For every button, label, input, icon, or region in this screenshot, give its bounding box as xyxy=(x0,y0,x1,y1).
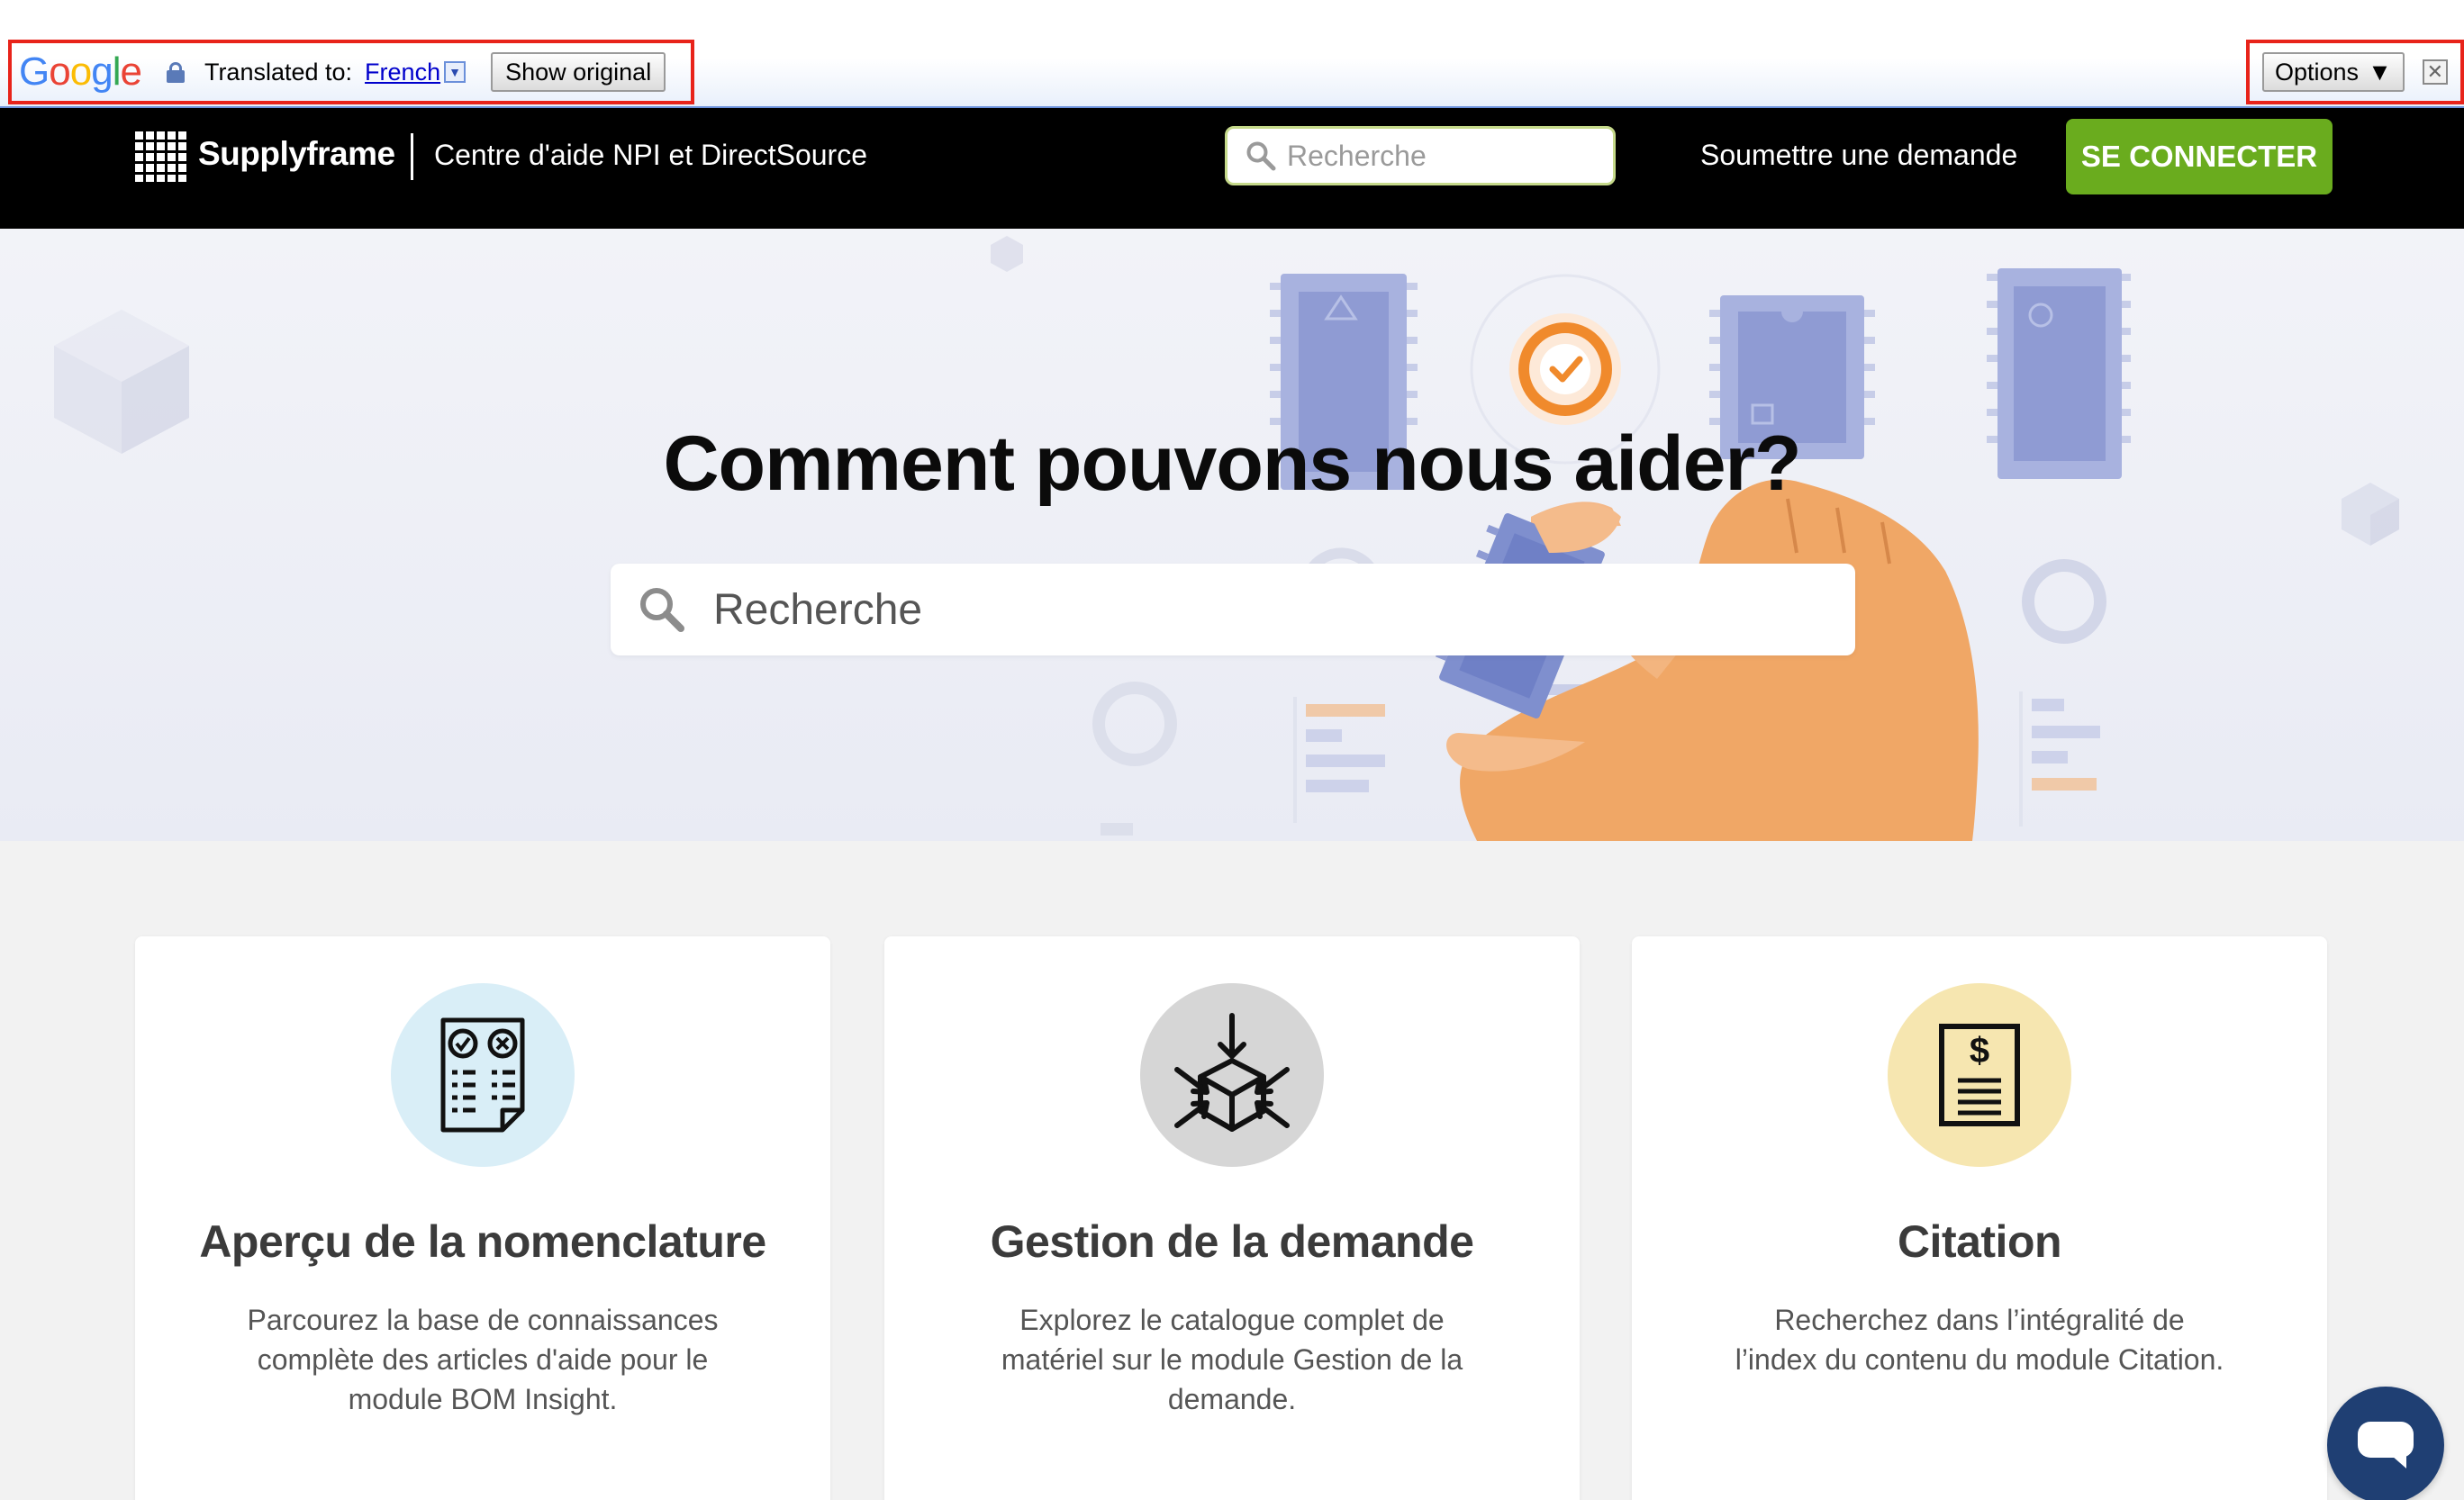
submit-request-link[interactable]: Soumettre une demande xyxy=(1700,139,2017,172)
chat-launcher-button[interactable] xyxy=(2327,1387,2444,1500)
site-title[interactable]: Centre d'aide NPI et DirectSource xyxy=(434,139,867,172)
svg-text:$: $ xyxy=(1970,1031,1989,1071)
search-icon xyxy=(640,588,684,632)
hand-illustration xyxy=(1436,479,1979,841)
hero-search-input[interactable]: Recherche xyxy=(611,564,1855,655)
bar-list-right xyxy=(2019,691,2100,827)
translate-controls-highlight: Google Translated to: French ▼ Show orig… xyxy=(8,40,694,104)
card-description: Recherchez dans l’intégralité de l’index… xyxy=(1735,1304,2224,1376)
bar-list-left xyxy=(1293,697,1385,823)
chat-bubble-icon xyxy=(2358,1422,2414,1468)
hero-title: Comment pouvons nous aider? xyxy=(663,420,1801,507)
options-label: Options xyxy=(2275,58,2360,86)
category-card-bom-insight[interactable]: Aperçu de la nomenclature Parcourez la b… xyxy=(135,936,830,1500)
category-section: Aperçu de la nomenclature Parcourez la b… xyxy=(0,841,2464,1500)
card-icon-circle: $ xyxy=(1888,983,2071,1167)
top-navigation: Supplyframe Centre d'aide NPI et DirectS… xyxy=(0,108,2464,229)
chevron-down-icon[interactable]: ▼ xyxy=(444,61,467,83)
options-button[interactable]: Options ▼ xyxy=(2262,52,2405,92)
dropdown-arrow-icon: ▼ xyxy=(2368,58,2392,86)
show-original-button[interactable]: Show original xyxy=(491,52,666,92)
card-icon-circle xyxy=(391,983,575,1167)
hero-search-placeholder: Recherche xyxy=(713,585,923,634)
supplyframe-grid-icon[interactable] xyxy=(135,131,189,182)
login-button[interactable]: SE CONNECTER xyxy=(2066,119,2333,194)
brand-logo[interactable]: Supplyframe xyxy=(198,135,395,173)
card-icon-circle xyxy=(1140,983,1324,1167)
category-card-demand-management[interactable]: Gestion de la demande Explorez le catalo… xyxy=(884,936,1580,1500)
card-description: Parcourez la base de connaissances compl… xyxy=(247,1304,719,1415)
ring-decoration-right xyxy=(2022,559,2106,644)
category-card-quotation[interactable]: $ Citation Recherchez dans l’intégralité… xyxy=(1632,936,2327,1500)
card-title[interactable]: Citation xyxy=(1632,1215,2327,1268)
header-search-placeholder: Recherche xyxy=(1287,139,1427,172)
search-icon xyxy=(1246,141,1276,171)
card-title[interactable]: Gestion de la demande xyxy=(884,1215,1580,1268)
translated-to-label: Translated to: xyxy=(204,58,353,86)
google-logo: Google xyxy=(19,50,142,94)
card-title[interactable]: Aperçu de la nomenclature xyxy=(135,1215,830,1268)
ring-decoration-left xyxy=(1092,682,1177,766)
dollar-document-icon: $ xyxy=(1939,1024,2020,1126)
language-link[interactable]: French xyxy=(365,59,440,86)
google-translate-bar: Google Translated to: French ▼ Show orig… xyxy=(0,0,2464,108)
hero-illustration xyxy=(54,236,2399,841)
box-arrows-icon xyxy=(1174,1013,1290,1132)
brand-divider xyxy=(411,133,413,180)
checklist-document-icon xyxy=(440,1017,525,1133)
lock-icon xyxy=(166,62,185,83)
decorative-cube-small-top xyxy=(991,236,1023,272)
translate-options-highlight: Options ▼ ✕ xyxy=(2246,40,2464,104)
close-icon[interactable]: ✕ xyxy=(2422,59,2448,85)
hero-section: Comment pouvons nous aider? Recherche xyxy=(0,229,2464,841)
card-description: Explorez le catalogue complet de matérie… xyxy=(1001,1304,1463,1415)
header-search-input[interactable]: Recherche xyxy=(1225,126,1616,185)
